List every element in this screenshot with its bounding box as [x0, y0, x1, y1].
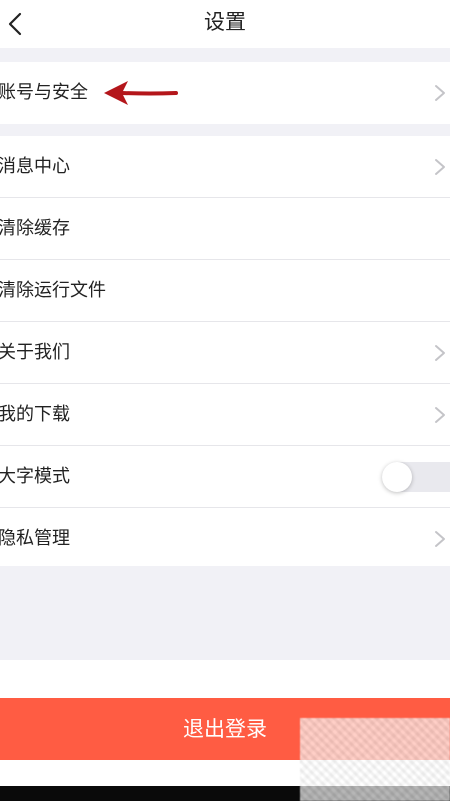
- settings-row-message-center[interactable]: 消息中心: [0, 136, 450, 198]
- settings-row-account-security[interactable]: 账号与安全: [0, 62, 450, 124]
- settings-row-large-font-mode: 大字模式: [0, 446, 450, 508]
- account-group: 账号与安全: [0, 62, 450, 124]
- row-label: 我的下载: [0, 404, 70, 425]
- large-font-toggle[interactable]: [382, 462, 450, 492]
- toggle-knob: [382, 462, 412, 492]
- settings-row-my-downloads[interactable]: 我的下载: [0, 384, 450, 446]
- chevron-right-icon: [434, 530, 446, 548]
- settings-row-clear-cache[interactable]: 清除缓存: [0, 198, 450, 260]
- settings-row-clear-run-files[interactable]: 清除运行文件: [0, 260, 450, 322]
- row-label: 关于我们: [0, 342, 70, 363]
- row-label: 清除运行文件: [0, 280, 106, 301]
- row-label: 清除缓存: [0, 218, 70, 239]
- chevron-right-icon: [434, 406, 446, 424]
- page-title: 设置: [204, 10, 246, 34]
- row-label: 账号与安全: [0, 82, 88, 103]
- annotation-arrow-icon: [100, 76, 180, 110]
- row-label: 消息中心: [0, 156, 70, 177]
- row-label: 隐私管理: [0, 528, 70, 549]
- settings-group: 消息中心 清除缓存 清除运行文件 关于我们 我的下载 大字模式 隐私管理: [0, 136, 450, 566]
- row-label: 大字模式: [0, 466, 70, 487]
- chevron-right-icon: [434, 84, 446, 102]
- nav-bar: 设置: [0, 0, 450, 48]
- chevron-right-icon: [434, 158, 446, 176]
- watermark-overlay: [300, 718, 450, 801]
- settings-row-privacy-management[interactable]: 隐私管理: [0, 508, 450, 570]
- settings-row-about-us[interactable]: 关于我们: [0, 322, 450, 384]
- chevron-right-icon: [434, 344, 446, 362]
